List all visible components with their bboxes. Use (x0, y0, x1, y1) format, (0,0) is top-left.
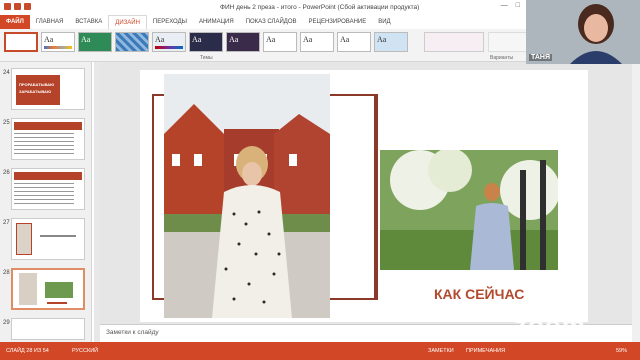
tab-insert[interactable]: ВСТАВКА (69, 15, 108, 29)
slide-thumbnail-29[interactable] (11, 318, 85, 340)
slide-number: 29 (3, 320, 10, 326)
slide-number: 25 (3, 120, 10, 126)
zoom-level[interactable]: 59% (616, 348, 627, 354)
photo-woman-town[interactable] (164, 74, 330, 318)
slide-number: 28 (3, 270, 10, 276)
participant-name: ТАНЯ (529, 54, 552, 61)
variants-group-label: Варианты (490, 55, 514, 61)
slide-thumbnail-26[interactable] (11, 168, 85, 210)
variant-thumb-1[interactable] (424, 32, 484, 52)
theme-thumb-4[interactable] (115, 32, 149, 52)
slide-number: 27 (3, 220, 10, 226)
theme-thumb-8[interactable]: Aa (263, 32, 297, 52)
save-icon[interactable] (4, 3, 11, 10)
undo-icon[interactable] (14, 3, 21, 10)
themes-group-label: Темы (200, 55, 213, 61)
comments-toggle-button[interactable]: ПРИМЕЧАНИЯ (466, 348, 505, 354)
theme-thumb-5[interactable]: Aa (152, 32, 186, 52)
slide-heading[interactable]: КАК СЕЙЧАС (434, 286, 524, 302)
theme-thumb-7[interactable]: Aa (226, 32, 260, 52)
theme-thumb-1[interactable] (4, 32, 38, 52)
theme-thumb-3[interactable]: Aa (78, 32, 112, 52)
tab-animation[interactable]: АНИМАЦИЯ (193, 15, 240, 29)
slide-number: 24 (3, 70, 10, 76)
minimize-icon[interactable]: — (501, 2, 508, 9)
slides-panel: 24 ПРОРАБАТЫВАЮ ЗАРАБАТЫВАЮ 25 26 27 28 … (0, 62, 92, 342)
theme-thumb-9[interactable]: Aa (300, 32, 334, 52)
tab-slideshow[interactable]: ПОКАЗ СЛАЙДОВ (240, 15, 303, 29)
maximize-icon[interactable]: □ (516, 2, 520, 9)
tab-design[interactable]: ДИЗАЙН (108, 15, 147, 29)
webcam-video: ТАНЯ (526, 0, 640, 64)
theme-thumb-2[interactable]: Aa (41, 32, 75, 52)
slide-editor: КАК СЕЙЧАС (100, 62, 632, 324)
tab-transitions[interactable]: ПЕРЕХОДЫ (147, 15, 193, 29)
slide-number: 26 (3, 170, 10, 176)
slide-thumbnail-27[interactable] (11, 218, 85, 260)
language-indicator[interactable]: РУССКИЙ (72, 348, 98, 354)
notes-toggle-button[interactable]: ЗАМЕТКИ (428, 348, 454, 354)
photo-woman-garden[interactable] (380, 150, 558, 270)
window-title: ФИН день 2 преза - итого - PowerPoint (С… (220, 4, 420, 11)
zoom-watermark: zoom (514, 310, 586, 340)
decorative-frame-right (364, 94, 378, 300)
theme-thumb-6[interactable]: Aa (189, 32, 223, 52)
editor-scrollbar[interactable] (632, 62, 640, 342)
slide-counter: СЛАЙД 28 ИЗ 54 (6, 348, 49, 354)
tab-view[interactable]: ВИД (372, 15, 396, 29)
notes-placeholder: Заметки к слайду (106, 329, 159, 336)
redo-icon[interactable] (24, 3, 31, 10)
theme-thumb-11[interactable]: Aa (374, 32, 408, 52)
status-bar: СЛАЙД 28 ИЗ 54 РУССКИЙ ЗАМЕТКИ ПРИМЕЧАНИ… (0, 342, 640, 360)
tab-file[interactable]: ФАЙЛ (0, 15, 30, 29)
slide-thumb-title: ПРОРАБАТЫВАЮ ЗАРАБАТЫВАЮ (16, 75, 60, 105)
variant-thumb-2[interactable] (488, 32, 528, 52)
theme-thumb-10[interactable]: Aa (337, 32, 371, 52)
tab-home[interactable]: ГЛАВНАЯ (30, 15, 70, 29)
tab-review[interactable]: РЕЦЕНЗИРОВАНИЕ (303, 15, 373, 29)
current-slide[interactable]: КАК СЕЙЧАС (140, 70, 588, 322)
theme-gallery: Aa Aa Aa Aa Aa Aa Aa Aa Aa (4, 32, 408, 52)
slide-thumbnail-28[interactable] (11, 268, 85, 310)
slide-thumbnail-25[interactable] (11, 118, 85, 160)
slide-thumbnail-24[interactable]: ПРОРАБАТЫВАЮ ЗАРАБАТЫВАЮ (11, 68, 85, 110)
quick-access-toolbar (4, 3, 31, 10)
